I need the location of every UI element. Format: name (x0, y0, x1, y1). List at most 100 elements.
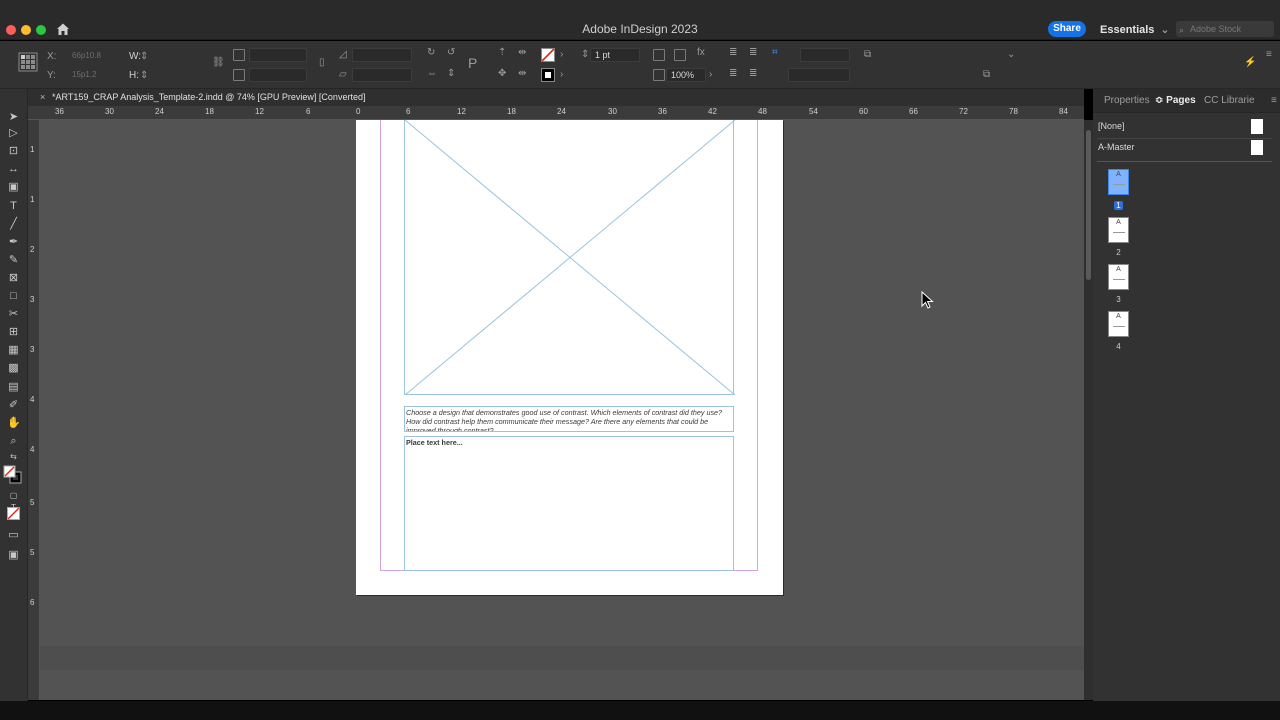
search-icon: ⌕ (1179, 25, 1185, 35)
pen-tool-icon[interactable]: ✒ (7, 236, 20, 248)
flip-vertical-icon[interactable]: ⇕ (447, 68, 455, 79)
reference-point-icon[interactable] (18, 52, 38, 72)
fill-stroke-swatch-icon[interactable] (3, 465, 23, 485)
align-right-icon[interactable]: ≣ (749, 68, 757, 79)
content-collector-icon[interactable]: ▣ (7, 181, 20, 193)
tab-pages[interactable]: ≎ Pages (1155, 95, 1196, 106)
scissors-tool-icon[interactable]: ✂ (7, 308, 20, 320)
object-style-chevron-icon[interactable]: ⌄ (1007, 49, 1015, 60)
default-colors-icon[interactable]: ⇆ (7, 451, 20, 463)
pasteboard[interactable]: Choose a design that demonstrates good u… (40, 120, 1084, 700)
select-next-icon[interactable]: ⇹ (518, 68, 526, 79)
opacity-field[interactable]: 100% (666, 68, 706, 82)
gradient-swatch-tool-icon[interactable]: ▦ (7, 344, 20, 356)
scale-x-field[interactable] (249, 48, 307, 62)
rotate-ccw-icon[interactable]: ↺ (447, 47, 455, 58)
scale-x-icon[interactable] (233, 49, 245, 61)
rotate-field[interactable] (352, 48, 412, 62)
clear-overrides-icon[interactable]: ⧉ (983, 69, 990, 80)
scale-y-field[interactable] (249, 68, 307, 82)
page-thumbnail[interactable]: A (1108, 169, 1129, 195)
shear-field[interactable] (352, 68, 412, 82)
control-panel-menu-icon[interactable]: ≡ (1266, 49, 1272, 60)
document-page[interactable]: Choose a design that demonstrates good u… (356, 120, 783, 595)
apply-none-icon[interactable] (7, 507, 20, 520)
align-center-icon[interactable]: ≣ (749, 47, 757, 58)
align-to-field[interactable] (788, 68, 850, 82)
page-thumbnail[interactable]: A (1108, 264, 1129, 290)
prompt-text-frame[interactable]: Choose a design that demonstrates good u… (404, 406, 734, 432)
fill-menu-chevron-icon[interactable]: › (560, 49, 563, 60)
select-content-icon[interactable]: ✥ (498, 68, 506, 79)
horizontal-scroll-area[interactable] (40, 646, 1084, 670)
path-type-icon[interactable]: P (468, 55, 477, 71)
rotate-cw-icon[interactable]: ↻ (427, 47, 435, 58)
distribute-icon[interactable]: ≣ (729, 68, 737, 79)
answer-text-frame[interactable]: Place text here... (404, 436, 734, 571)
note-tool-icon[interactable]: ▤ (7, 381, 20, 393)
tab-cc-libraries[interactable]: CC Librarie (1204, 95, 1255, 106)
fill-none-swatch-icon[interactable] (541, 48, 555, 62)
scrollbar-thumb[interactable] (1086, 130, 1091, 280)
stroke-weight-stepper[interactable]: ⇕ (581, 49, 589, 60)
frame-fitting-icon[interactable] (653, 49, 665, 61)
hand-tool-icon[interactable]: ✋ (7, 417, 21, 429)
stroke-weight-field[interactable]: 1 pt (590, 48, 640, 62)
effects-fx-icon[interactable]: fx (697, 47, 705, 58)
quick-actions-icon[interactable]: ⚡ (1244, 57, 1256, 68)
object-style-icon[interactable]: ⧉ (864, 49, 871, 60)
gap-tool-icon[interactable]: ↔ (7, 163, 20, 175)
select-previous-icon[interactable]: ⇹ (518, 47, 526, 58)
share-button[interactable]: Share (1048, 21, 1086, 37)
constrain-proportions-icon[interactable]: ⛓ (212, 57, 225, 68)
spacing-field[interactable] (800, 48, 850, 62)
fit-content-icon[interactable] (674, 49, 686, 61)
rectangle-frame-tool-icon[interactable]: ⊠ (7, 272, 20, 284)
title-bar: Adobe InDesign 2023 Share Essentials ⌄ ⌕ … (0, 0, 1280, 40)
gradient-feather-tool-icon[interactable]: ▩ (7, 362, 20, 374)
preview-mode-icon[interactable]: ▣ (7, 549, 20, 561)
line-tool-icon[interactable]: ╱ (7, 218, 20, 230)
y-field[interactable]: 15p1.2 (72, 70, 96, 79)
document-tab[interactable]: *ART159_CRAP Analysis_Template-2.indd @ … (52, 92, 365, 102)
scale-y-icon[interactable] (233, 69, 245, 81)
w-stepper[interactable]: ⇕ (140, 51, 148, 62)
formatting-container-icon[interactable]: ▢ T (7, 490, 20, 512)
select-container-icon[interactable]: ⇡ (498, 47, 506, 58)
adobe-stock-search[interactable]: ⌕ Adobe Stock (1176, 21, 1274, 37)
h-stepper[interactable]: ⇕ (140, 70, 148, 81)
page-tool-icon[interactable]: ⊡ (7, 145, 20, 157)
free-transform-tool-icon[interactable]: ⊞ (7, 326, 20, 338)
stock-search-placeholder: Adobe Stock (1190, 24, 1242, 34)
stroke-menu-chevron-icon[interactable]: › (560, 69, 563, 80)
graphics-frame-placeholder[interactable] (404, 120, 735, 395)
opacity-icon[interactable] (653, 69, 665, 81)
selection-tool-icon[interactable]: ➤ (7, 111, 20, 123)
page-thumbnail[interactable]: A (1108, 217, 1129, 243)
rotate-angle-icon[interactable]: ◿ (339, 49, 347, 60)
stroke-swatch-icon[interactable] (541, 68, 555, 82)
opacity-menu-chevron-icon[interactable]: › (709, 69, 712, 80)
panel-menu-icon[interactable]: ≡ (1271, 95, 1277, 106)
screen-mode-icon[interactable]: ▭ (7, 529, 20, 541)
close-tab-icon[interactable]: × (40, 92, 45, 102)
zoom-tool-icon[interactable]: ⌕ (7, 435, 20, 447)
shear-angle-icon[interactable]: ▱ (339, 69, 347, 80)
pencil-tool-icon[interactable]: ✎ (7, 254, 20, 266)
x-field[interactable]: 66p10.8 (72, 51, 101, 60)
align-left-icon[interactable]: ≣ (729, 47, 737, 58)
rectangle-tool-icon[interactable]: □ (7, 290, 20, 302)
page-thumbnail[interactable]: A (1108, 311, 1129, 337)
frame-fit-icon[interactable]: ⌗ (772, 47, 778, 58)
master-a[interactable]: A-Master (1093, 138, 1273, 158)
direct-selection-tool-icon[interactable]: ▷ (7, 127, 20, 139)
constrain-scale-icon[interactable]: ▯ (319, 57, 325, 68)
type-tool-icon[interactable]: T (7, 200, 20, 212)
tab-properties[interactable]: Properties (1104, 95, 1150, 106)
vertical-scrollbar[interactable] (1084, 120, 1093, 700)
workspace-switcher[interactable]: Essentials ⌄ (1100, 23, 1170, 36)
ruler-label: 0 (356, 107, 361, 116)
eyedropper-tool-icon[interactable]: ✐ (7, 399, 20, 411)
flip-horizontal-icon[interactable]: ⇔ (427, 68, 437, 79)
master-none[interactable]: [None] (1093, 117, 1273, 137)
